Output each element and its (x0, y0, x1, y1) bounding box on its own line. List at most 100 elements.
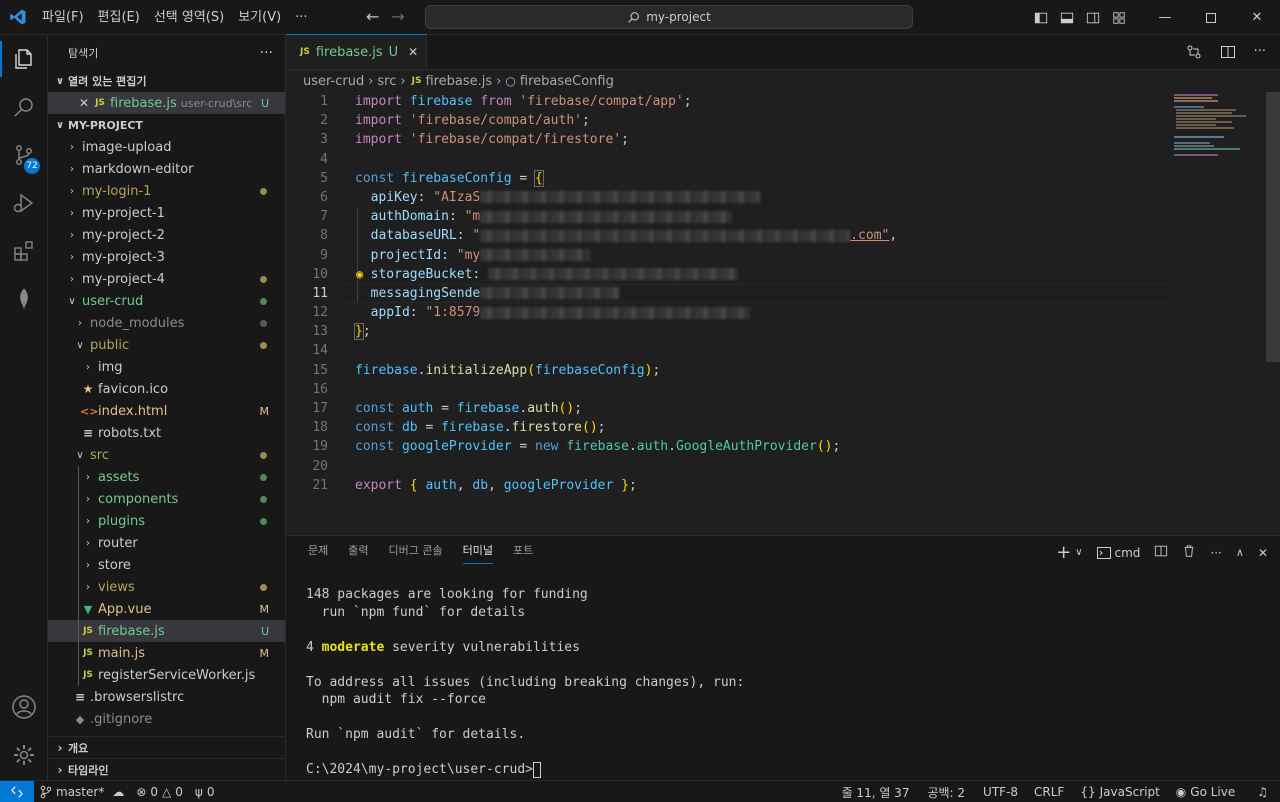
toggle-sidebar-icon[interactable] (1028, 0, 1054, 35)
toggle-panel-icon[interactable] (1054, 0, 1080, 35)
indentation[interactable]: 공백: 2 (921, 784, 971, 801)
tree-file[interactable]: JS registerServiceWorker.js (48, 664, 285, 686)
tab-firebase-js[interactable]: JS firebase.js U ✕ (286, 34, 428, 69)
minimap[interactable] (1170, 92, 1280, 535)
search-view-icon[interactable] (0, 83, 48, 131)
notifications-bell-icon[interactable]: ♫ (1251, 785, 1274, 799)
explorer-sidebar: 탐색기 ··· ∨ 열려 있는 편집기 ✕ JS firebase.js use… (48, 35, 286, 780)
forward-arrow-icon[interactable]: → (391, 7, 404, 26)
editor-scrollbar[interactable] (1266, 92, 1280, 362)
breadcrumb-item[interactable]: src (377, 74, 396, 89)
tree-folder[interactable]: › my-project-2 (48, 224, 285, 246)
more-actions-icon[interactable]: ··· (260, 45, 273, 61)
command-center-search[interactable]: my-project (425, 5, 913, 29)
settings-gear-icon[interactable] (0, 731, 48, 779)
more-actions-icon[interactable]: ··· (1254, 44, 1266, 64)
compare-changes-icon[interactable] (1186, 44, 1202, 64)
project-header[interactable]: ∨ MY-PROJECT (48, 114, 285, 136)
remote-indicator-icon[interactable] (0, 780, 34, 802)
new-terminal-icon[interactable]: + (1056, 542, 1071, 563)
minimize-icon[interactable]: — (1142, 0, 1188, 35)
ports-indicator[interactable]: ψ 0 (189, 785, 221, 799)
line-ending[interactable]: CRLF (1028, 785, 1070, 799)
close-panel-icon[interactable]: ✕ (1258, 546, 1268, 560)
tree-folder[interactable]: › markdown-editor (48, 158, 285, 180)
tab-output[interactable]: 출력 (338, 536, 378, 571)
tree-folder[interactable]: › my-project-4 (48, 268, 285, 290)
split-editor-icon[interactable] (1220, 44, 1236, 64)
tree-folder[interactable]: › views (48, 576, 285, 598)
tree-folder[interactable]: ∨ user-crud (48, 290, 285, 312)
chevron-down-icon[interactable]: ∨ (1075, 547, 1082, 558)
run-debug-icon[interactable] (0, 179, 48, 227)
tree-file[interactable]: ▼ App.vue M (48, 598, 285, 620)
more-actions-icon[interactable]: ··· (1210, 546, 1221, 560)
tree-folder[interactable]: › assets (48, 466, 285, 488)
tree-folder[interactable]: › my-project-3 (48, 246, 285, 268)
encoding[interactable]: UTF-8 (977, 785, 1024, 799)
split-terminal-icon[interactable] (1154, 544, 1168, 561)
menu-selection[interactable]: 선택 영역(S) (147, 0, 231, 35)
tab-terminal[interactable]: 터미널 (453, 536, 503, 571)
code-line: 20 (286, 457, 1280, 476)
menu-edit[interactable]: 편집(E) (91, 0, 147, 35)
outline-section[interactable]: › 개요 (48, 736, 286, 758)
tree-file[interactable]: ★ favicon.ico (48, 378, 285, 400)
back-arrow-icon[interactable]: ← (366, 7, 379, 26)
account-icon[interactable] (0, 683, 48, 731)
breadcrumb-item[interactable]: user-crud (303, 74, 364, 89)
open-editors-header[interactable]: ∨ 열려 있는 편집기 (48, 70, 285, 92)
menu-file[interactable]: 파일(F) (35, 0, 91, 35)
tree-folder[interactable]: › my-project-1 (48, 202, 285, 224)
tab-debug-console[interactable]: 디버그 콘솔 (379, 536, 453, 571)
menu-view[interactable]: 보기(V) (231, 0, 288, 35)
breadcrumb-item[interactable]: firebaseConfig (520, 74, 614, 89)
tree-file[interactable]: ≡ .browserslistrc (48, 686, 285, 708)
tree-folder[interactable]: ∨ public (48, 334, 285, 356)
timeline-section[interactable]: › 타임라인 (48, 758, 286, 780)
tab-problems[interactable]: 문제 (298, 536, 338, 571)
tab-ports[interactable]: 포트 (503, 536, 543, 571)
explorer-icon[interactable] (0, 35, 48, 83)
tree-folder[interactable]: › components (48, 488, 285, 510)
open-editor-firebase[interactable]: ✕ JS firebase.js user-crud\src U (48, 92, 285, 114)
tree-folder[interactable]: ∨ src (48, 444, 285, 466)
tree-folder[interactable]: › my-login-1 (48, 180, 285, 202)
tree-file[interactable]: <> index.html M (48, 400, 285, 422)
tree-file[interactable]: JS firebase.js U (48, 620, 285, 642)
terminal-line: To address all issues (including breakin… (306, 674, 745, 690)
maximize-panel-icon[interactable]: ∧ (1236, 546, 1244, 559)
branch-indicator[interactable]: master* ☁ (34, 785, 130, 799)
close-window-icon[interactable]: ✕ (1234, 0, 1280, 35)
tree-folder[interactable]: › plugins (48, 510, 285, 532)
terminal-shell[interactable]: cmd (1096, 546, 1140, 560)
tree-file[interactable]: ◆ .gitignore (48, 708, 285, 730)
tree-folder[interactable]: › store (48, 554, 285, 576)
tree-file[interactable]: JS main.js M (48, 642, 285, 664)
tree-folder[interactable]: › image-upload (48, 136, 285, 158)
source-control-icon[interactable]: 72 (0, 131, 48, 179)
go-live-button[interactable]: ◉ Go Live (1170, 785, 1241, 799)
trash-icon[interactable] (1182, 544, 1196, 561)
close-icon[interactable]: ✕ (76, 96, 92, 110)
tree-folder[interactable]: › node_modules (48, 312, 285, 334)
language-mode[interactable]: {} JavaScript (1074, 785, 1165, 799)
maximize-icon[interactable] (1188, 0, 1234, 35)
terminal-prompt[interactable]: C:\2024\my-project\user-crud> (306, 761, 744, 779)
tree-folder[interactable]: › router (48, 532, 285, 554)
code-editor[interactable]: 1 import firebase from 'firebase/compat/a… (286, 92, 1280, 495)
toggle-secondary-sidebar-icon[interactable] (1080, 0, 1106, 35)
mongodb-leaf-icon[interactable] (0, 275, 48, 323)
sync-icon[interactable]: ☁ (112, 785, 124, 799)
extensions-icon[interactable] (0, 227, 48, 275)
menu-more[interactable]: ··· (288, 0, 314, 35)
cursor-position[interactable]: 줄 11, 열 37 (836, 784, 916, 801)
tree-file[interactable]: ≡ robots.txt (48, 422, 285, 444)
problems-indicator[interactable]: ⊗ 0 △ 0 (130, 785, 189, 799)
terminal-output[interactable]: 148 packages are looking for funding run… (306, 586, 744, 779)
tree-folder[interactable]: › img (48, 356, 285, 378)
chevron-down-icon: ∨ (76, 449, 84, 461)
close-tab-icon[interactable]: ✕ (408, 45, 418, 59)
customize-layout-icon[interactable] (1106, 0, 1132, 35)
breadcrumb-item[interactable]: firebase.js (425, 74, 492, 89)
